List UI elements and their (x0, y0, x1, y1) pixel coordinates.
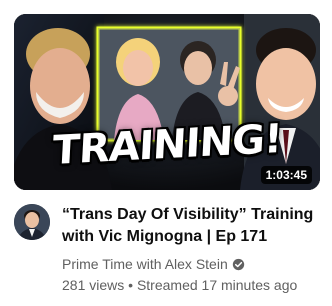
check-circle-icon (232, 258, 244, 270)
video-stats: 281 views • Streamed 17 minutes ago (62, 276, 324, 294)
video-title[interactable]: “Trans Day Of Visibility” Training with … (62, 204, 324, 248)
channel-row[interactable]: Prime Time with Alex Stein (62, 255, 324, 273)
avatar-image (14, 204, 50, 240)
streamed-time: Streamed 17 minutes ago (136, 277, 298, 293)
duration-badge: 1:03:45 (260, 166, 312, 184)
video-card[interactable]: TRAINING! 1:03:45 “Trans Day Of Visibili… (0, 0, 332, 306)
video-thumbnail[interactable]: TRAINING! 1:03:45 (14, 14, 320, 190)
channel-name[interactable]: Prime Time with Alex Stein (62, 255, 228, 273)
video-meta: “Trans Day Of Visibility” Training with … (62, 204, 324, 294)
channel-avatar[interactable] (14, 204, 50, 240)
view-count: 281 views (62, 277, 125, 293)
stats-separator: • (128, 277, 134, 293)
